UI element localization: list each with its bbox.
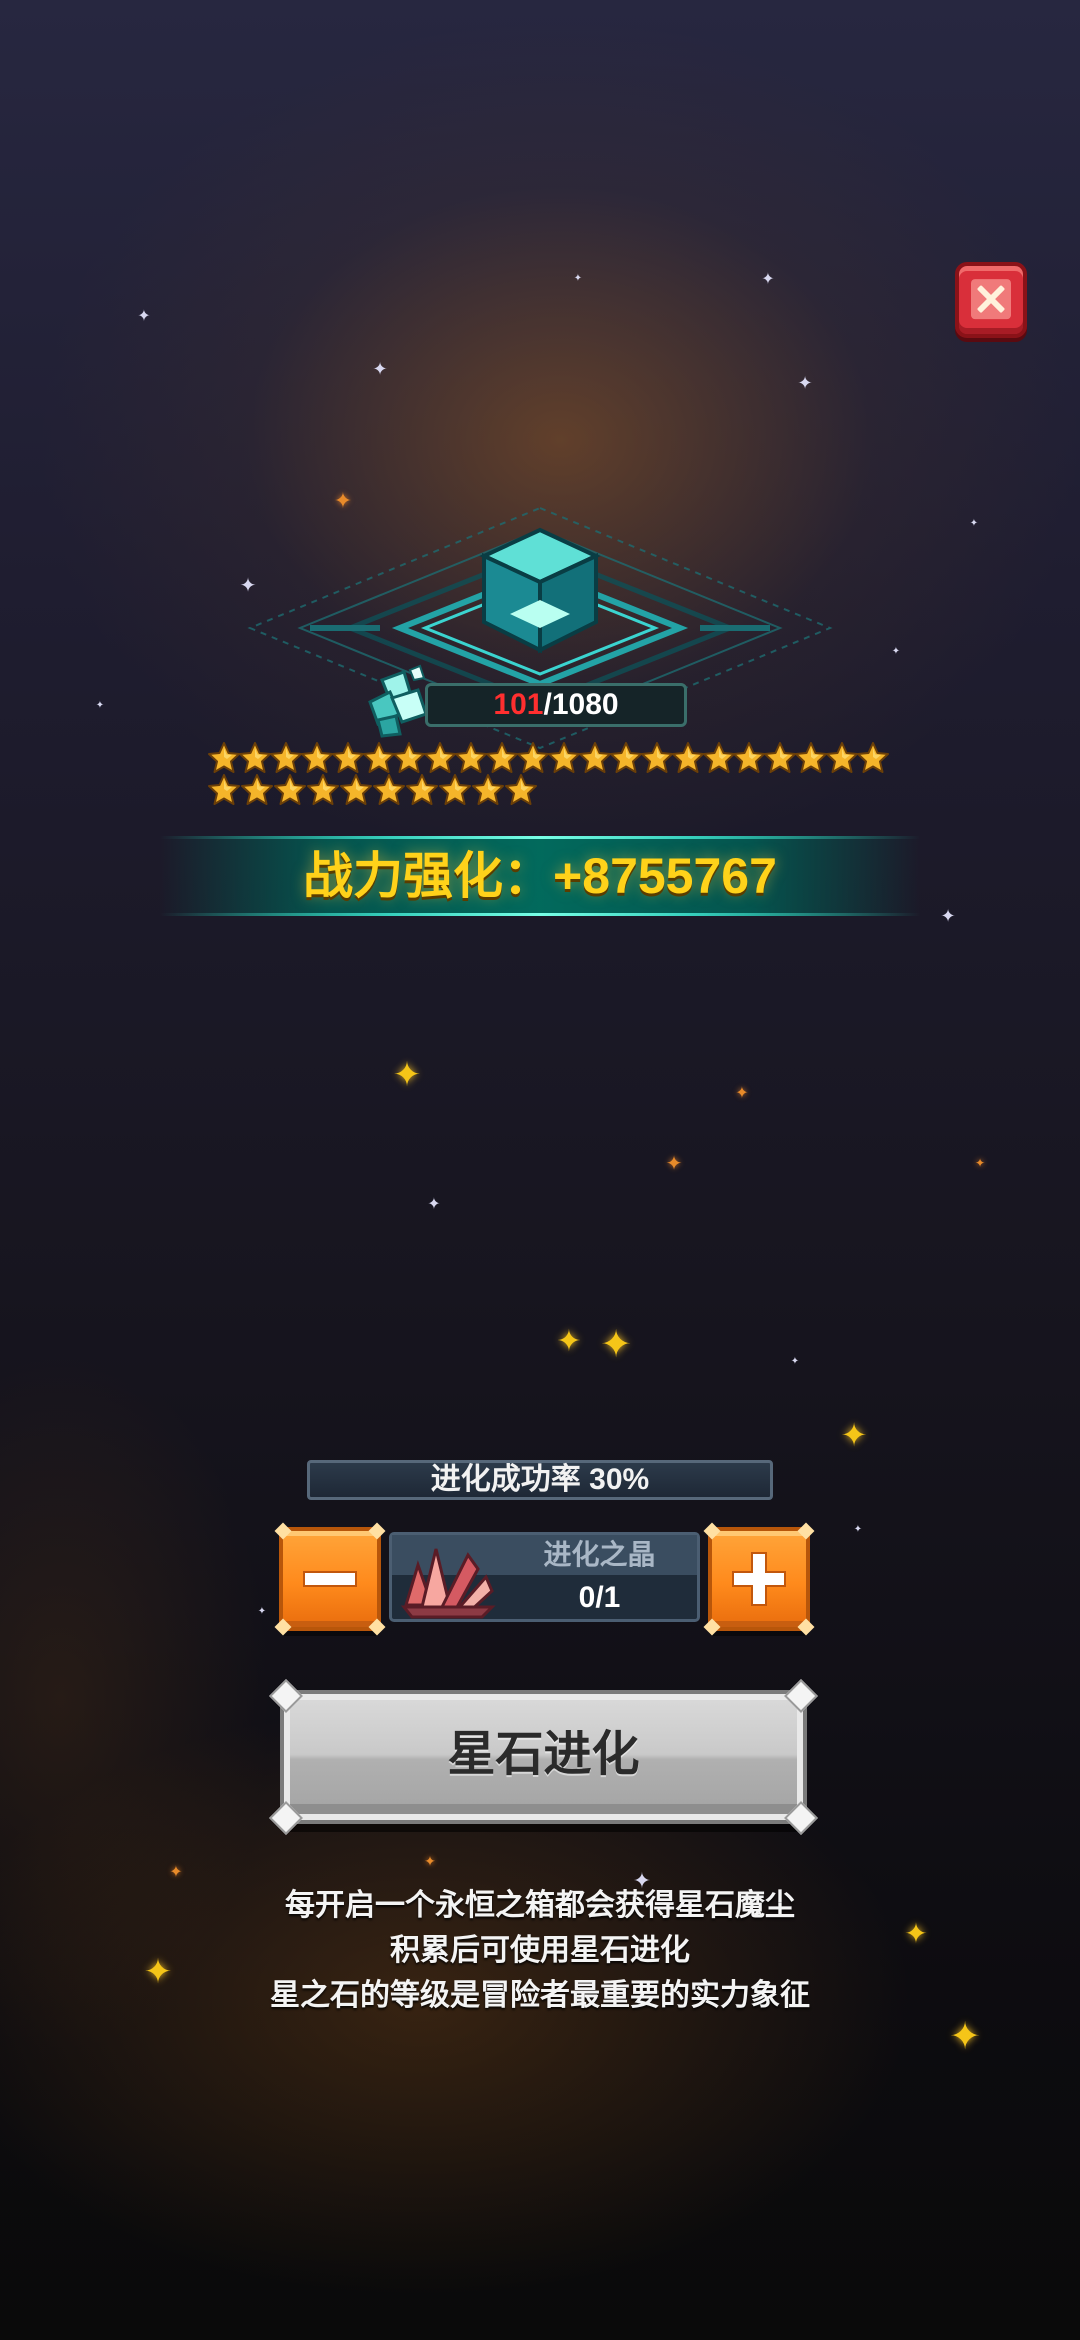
star-icon (578, 742, 611, 774)
sparkle-icon: ✦ (840, 1416, 868, 1454)
star-icon (393, 742, 426, 774)
star-icon (269, 742, 302, 774)
plus-icon (732, 1552, 786, 1606)
sparkle-icon: ✦ (891, 646, 901, 657)
sparkle-icon: ✦ (940, 906, 956, 927)
sparkle-icon: ✦ (790, 1356, 800, 1367)
description-line: 每开启一个永恒之箱都会获得星石魔尘 (285, 1889, 795, 1922)
sparkle-icon: ✦ (974, 1156, 986, 1170)
close-icon (971, 279, 1011, 320)
star-icon (640, 742, 673, 774)
star-icon (208, 774, 241, 806)
sparkle-icon: ✦ (665, 1151, 683, 1175)
star-icon (362, 742, 395, 774)
sparkle-icon: ✦ (949, 2014, 981, 2058)
star-icon (331, 742, 364, 774)
star-icon (241, 774, 274, 806)
description-line: 星之石的等级是冒险者最重要的实力象征 (270, 1979, 810, 2012)
sparkle-icon: ✦ (424, 1854, 436, 1870)
sparkle-icon: ✦ (372, 359, 388, 380)
sparkle-icon: ✦ (600, 1322, 632, 1366)
evolve-button-label: 星石进化 (447, 1728, 640, 1781)
star-stone-cube (479, 527, 601, 654)
star-icon (208, 742, 240, 774)
star-icon (486, 742, 519, 774)
increase-button[interactable] (703, 1522, 815, 1636)
star-icon (609, 742, 642, 774)
star-icon (373, 774, 406, 806)
sparkle-icon: ✦ (797, 373, 813, 394)
star-icon (307, 774, 340, 806)
star-icon (733, 742, 766, 774)
star-icon (826, 742, 859, 774)
star-icon (238, 742, 271, 774)
progress-separator: / (543, 688, 552, 721)
star-icon (517, 742, 550, 774)
star-level-display (208, 742, 890, 806)
star-icon (764, 742, 797, 774)
success-rate-label: 进化成功率 30% (307, 1460, 773, 1500)
star-icon (340, 774, 373, 806)
star-row (208, 774, 888, 806)
sparkle-icon: ✦ (169, 1862, 183, 1881)
progress-current-value: 101 (493, 688, 544, 721)
minus-icon (303, 1571, 357, 1587)
evolution-material-slot: 进化之晶 0/1 (389, 1532, 700, 1622)
sparkle-icon: ✦ (427, 1194, 441, 1213)
sparkle-icon: ✦ (556, 1324, 582, 1359)
sparkle-icon: ✦ (137, 306, 151, 325)
material-count: 0/1 (578, 1581, 621, 1614)
star-icon (439, 774, 472, 806)
star-icon (300, 742, 333, 774)
star-icon (472, 774, 505, 806)
star-icon (795, 742, 828, 774)
star-icon (547, 742, 580, 774)
power-boost-banner: 战力强化：+8755767 (160, 836, 920, 916)
power-boost-text: 战力强化：+8755767 (303, 848, 777, 904)
star-icon (406, 774, 439, 806)
decrease-button[interactable] (274, 1522, 386, 1636)
sparkle-icon: ✦ (573, 273, 583, 284)
sparkle-icon: ✦ (761, 269, 775, 288)
description-line: 积累后可使用星石进化 (390, 1934, 690, 1967)
sparkle-icon: ✦ (735, 1083, 749, 1102)
sparkle-icon: ✦ (392, 1055, 422, 1095)
sparkle-icon: ✦ (969, 518, 979, 529)
star-icon (505, 774, 538, 806)
star-icon (857, 742, 890, 774)
star-icon (671, 742, 704, 774)
star-icon (424, 742, 457, 774)
sparkle-icon: ✦ (257, 1606, 267, 1617)
close-button[interactable] (955, 262, 1027, 338)
sparkle-icon: ✦ (95, 700, 105, 711)
star-stone-evolve-button[interactable]: 星石进化 (269, 1679, 818, 1835)
star-icon (702, 742, 735, 774)
stardust-progress: 101/1080 (425, 683, 687, 727)
evolution-crystal-icon (400, 1548, 496, 1619)
sparkle-icon: ✦ (853, 1524, 863, 1535)
material-name: 进化之晶 (543, 1539, 656, 1570)
star-row (208, 742, 890, 774)
star-icon (274, 774, 307, 806)
star-icon (455, 742, 488, 774)
progress-max-value: 1080 (551, 688, 619, 721)
